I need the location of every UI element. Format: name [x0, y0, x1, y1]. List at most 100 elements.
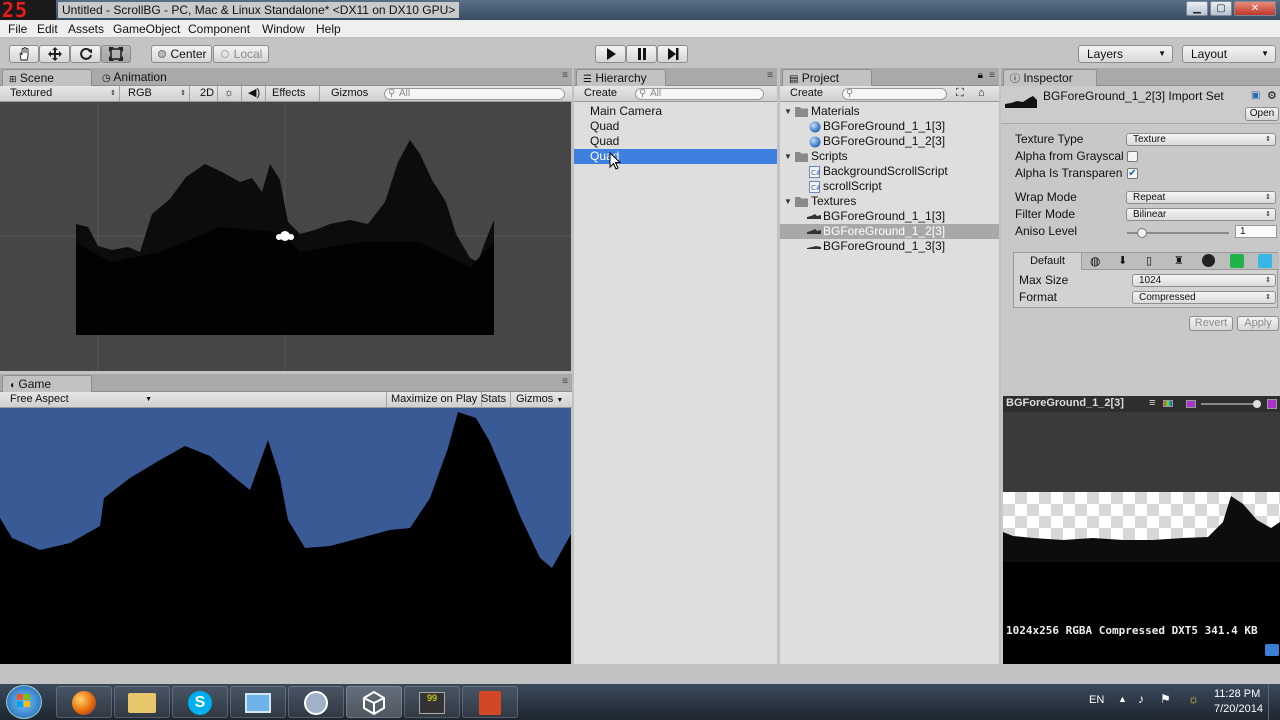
microphone-icon[interactable]: ♪	[1138, 692, 1144, 706]
scale-tool-button[interactable]	[101, 45, 131, 63]
panel-menu-icon[interactable]: ≡	[989, 70, 995, 81]
windows-phone-icon[interactable]	[1258, 254, 1272, 268]
asset-texture-selected[interactable]: BGForeGround_1_2[3]	[780, 224, 999, 239]
aniso-level-slider[interactable]	[1127, 228, 1229, 238]
render-mode-dropdown[interactable]: Textured ⇕	[6, 86, 120, 101]
slider-thumb[interactable]	[1253, 400, 1261, 408]
apply-button[interactable]: Apply	[1237, 316, 1279, 331]
menu-component[interactable]: Component	[188, 22, 250, 36]
android-icon[interactable]: ♜	[1174, 254, 1184, 267]
tab-animation[interactable]: ◷ Animation	[96, 69, 186, 86]
close-button[interactable]: ✕	[1234, 1, 1276, 16]
project-create-dropdown[interactable]: Create ▼	[786, 86, 836, 113]
layers-dropdown[interactable]: Layers ▼	[1078, 45, 1173, 63]
aspect-dropdown[interactable]: Free Aspect ▼	[6, 392, 156, 407]
asset-texture[interactable]: BGForeGround_1_1[3]	[780, 209, 999, 224]
label-tag-icon[interactable]	[1265, 644, 1279, 656]
taskbar-presentation[interactable]	[462, 686, 518, 718]
gear-icon[interactable]: ⚙	[1267, 89, 1277, 102]
hierarchy-item-main-camera[interactable]: Main Camera	[574, 104, 777, 119]
pivot-local-button[interactable]: Local	[213, 45, 269, 63]
globe-icon[interactable]: ◍	[1090, 254, 1100, 268]
maximize-on-play-toggle[interactable]: Maximize on Play	[386, 392, 483, 407]
hierarchy-item-quad[interactable]: Quad	[574, 134, 777, 149]
menu-assets[interactable]: Assets	[68, 22, 104, 36]
hierarchy-search-input[interactable]: ⚲ All	[635, 88, 764, 100]
asset-script[interactable]: C# scrollScript	[780, 179, 999, 194]
hierarchy-item-quad-selected[interactable]: Quad	[574, 149, 777, 164]
layout-dropdown[interactable]: Layout ▼	[1182, 45, 1276, 63]
asset-script[interactable]: C# BackgroundScrollScript	[780, 164, 999, 179]
alpha-from-grayscale-checkbox[interactable]	[1127, 151, 1138, 162]
panel-menu-icon[interactable]: ≡	[562, 70, 568, 81]
taskbar-explorer[interactable]	[114, 686, 170, 718]
start-button[interactable]	[6, 685, 42, 719]
gizmos-dropdown[interactable]: Gizmos ▼	[327, 86, 377, 113]
taskbar-control-panel[interactable]	[230, 686, 286, 718]
panel-menu-icon[interactable]: ≡	[562, 376, 568, 387]
revert-button[interactable]: Revert	[1189, 316, 1233, 331]
weather-sun-icon[interactable]: ☼	[1188, 692, 1199, 706]
taskbar-app[interactable]	[288, 686, 344, 718]
filter-by-label-icon[interactable]: ⌂	[978, 87, 985, 99]
scene-search-input[interactable]: ⚲ All	[384, 88, 565, 100]
aniso-level-input[interactable]: 1	[1235, 225, 1277, 238]
move-tool-button[interactable]	[39, 45, 70, 63]
maximize-button[interactable]: ▢	[1210, 1, 1232, 16]
checker-icon[interactable]	[1267, 399, 1277, 409]
taskbar-recorder[interactable]: 99	[404, 686, 460, 718]
asset-material[interactable]: BGForeGround_1_2[3]	[780, 134, 999, 149]
folder-scripts[interactable]: ▼ Scripts	[780, 149, 999, 164]
windows-store-icon[interactable]	[1230, 254, 1244, 268]
pause-button[interactable]	[626, 45, 657, 63]
taskbar-unity[interactable]	[346, 686, 402, 718]
asset-texture[interactable]: BGForeGround_1_3[3]	[780, 239, 999, 254]
open-button[interactable]: Open	[1245, 107, 1279, 121]
download-icon[interactable]: ⬇	[1118, 254, 1127, 267]
asset-material[interactable]: BGForeGround_1_1[3]	[780, 119, 999, 134]
clock-time[interactable]: 11:28 PM	[1214, 688, 1260, 700]
tab-project[interactable]: ▤ Project	[782, 69, 872, 86]
rgb-channel-icon[interactable]	[1163, 400, 1173, 407]
filter-by-type-icon[interactable]: ⛶	[956, 87, 964, 100]
panel-menu-icon[interactable]: ≡	[767, 70, 773, 81]
menu-file[interactable]: File	[8, 22, 27, 36]
platform-tab-default[interactable]: Default	[1014, 253, 1082, 270]
stats-toggle[interactable]: Stats	[477, 392, 512, 407]
folder-textures[interactable]: ▼ Textures	[780, 194, 999, 209]
blackberry-icon[interactable]	[1202, 254, 1215, 267]
color-mode-dropdown[interactable]: RGB ⇕	[124, 86, 190, 101]
pivot-center-button[interactable]: Center	[151, 45, 212, 63]
tab-inspector[interactable]: ⓘ Inspector	[1003, 69, 1097, 86]
slider-thumb[interactable]	[1137, 228, 1147, 238]
taskbar-firefox[interactable]	[56, 686, 112, 718]
alpha-is-transparency-checkbox[interactable]: ✔	[1127, 168, 1138, 179]
effects-dropdown[interactable]: Effects ▼	[268, 86, 320, 113]
hand-tool-button[interactable]	[9, 45, 39, 63]
taskbar-skype[interactable]: S	[172, 686, 228, 718]
wrap-mode-dropdown[interactable]: Repeat ⇕	[1126, 191, 1276, 204]
show-hidden-icons-icon[interactable]: ▲	[1118, 694, 1127, 704]
folder-materials[interactable]: ▼ Materials	[780, 104, 999, 119]
project-search-input[interactable]: ⚲	[842, 88, 947, 100]
audio-toggle[interactable]: ◀)	[244, 86, 266, 101]
expand-arrow-icon[interactable]: ▼	[784, 104, 792, 119]
help-book-icon[interactable]: ▣	[1251, 90, 1260, 101]
expand-arrow-icon[interactable]: ▼	[784, 194, 792, 209]
lock-icon[interactable]: 🔒︎	[978, 70, 983, 81]
alpha-channel-icon[interactable]	[1186, 400, 1196, 408]
game-gizmos-dropdown[interactable]: Gizmos ▼	[512, 392, 567, 407]
filter-mode-dropdown[interactable]: Bilinear ⇕	[1126, 208, 1276, 221]
texture-type-dropdown[interactable]: Texture ⇕	[1126, 133, 1276, 146]
preview-menu-icon[interactable]: ≡	[1149, 396, 1155, 411]
menu-help[interactable]: Help	[316, 22, 341, 36]
tab-game[interactable]: ◖ Game	[2, 375, 92, 392]
scene-viewport[interactable]	[0, 102, 571, 371]
clock-date[interactable]: 7/20/2014	[1214, 703, 1263, 715]
max-size-dropdown[interactable]: 1024 ⇕	[1132, 274, 1276, 287]
tab-scene[interactable]: ⊞ Scene	[2, 69, 92, 86]
play-button[interactable]	[595, 45, 626, 63]
expand-arrow-icon[interactable]: ▼	[784, 149, 792, 164]
menu-window[interactable]: Window	[262, 22, 305, 36]
hierarchy-item-quad[interactable]: Quad	[574, 119, 777, 134]
